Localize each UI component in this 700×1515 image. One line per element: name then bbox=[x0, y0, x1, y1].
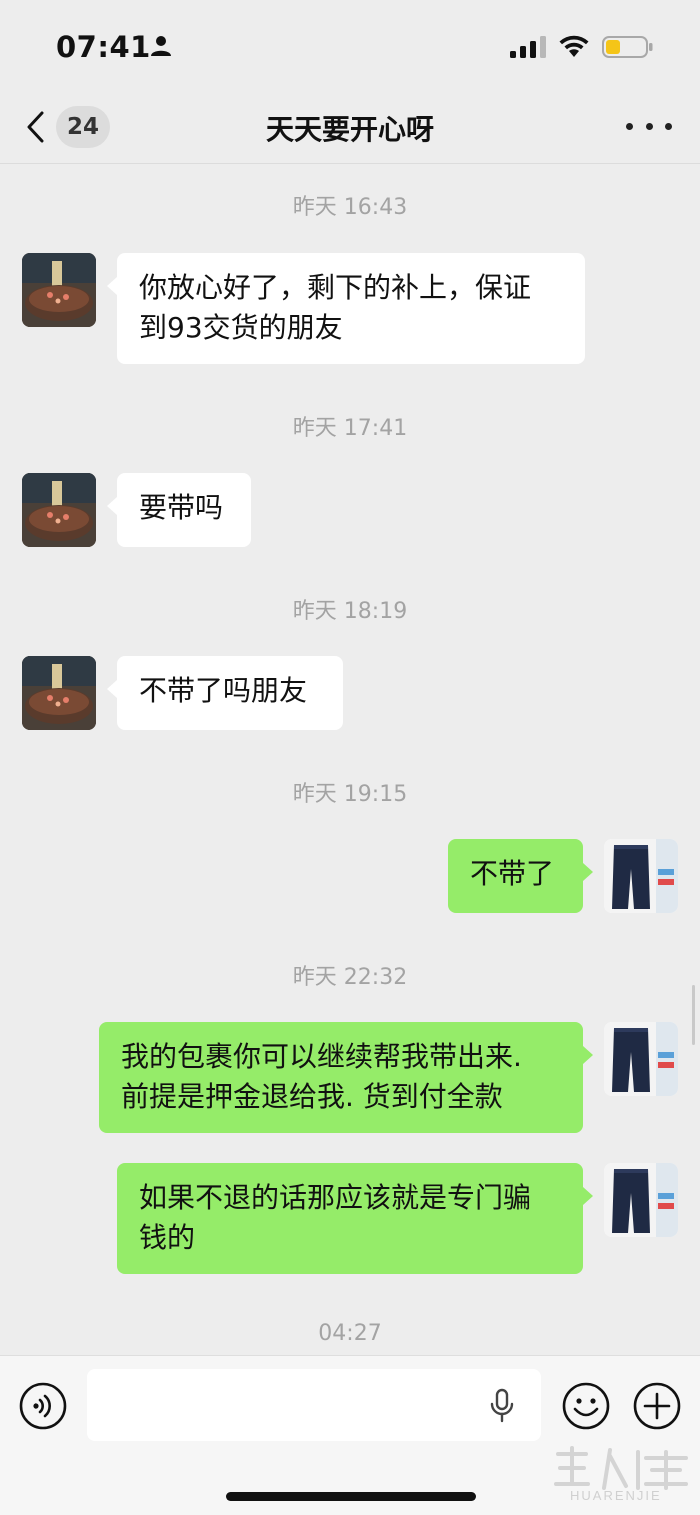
message-timestamp: 昨天 19:15 bbox=[292, 782, 408, 807]
incoming-message-bubble[interactable]: 不带了吗朋友 bbox=[107, 656, 343, 730]
voice-input-icon[interactable] bbox=[19, 1382, 67, 1430]
cake-photo-icon bbox=[22, 656, 96, 730]
more-dot-icon bbox=[626, 122, 633, 130]
scroll-indicator[interactable] bbox=[692, 985, 695, 1045]
battery-icon bbox=[602, 36, 653, 58]
message-input-bar: HUARENJIE bbox=[0, 1355, 700, 1515]
cake-photo-icon bbox=[22, 253, 96, 327]
message-timestamp: 昨天 18:19 bbox=[292, 599, 408, 624]
incoming-message-bubble[interactable]: 你放心好了，剩下的补上，保证 到93交货的朋友 bbox=[107, 253, 585, 364]
emoji-icon[interactable] bbox=[561, 1381, 611, 1431]
contact-avatar[interactable] bbox=[22, 473, 96, 547]
cake-photo-icon bbox=[22, 473, 96, 547]
message-line: 如果不退的话那应该就是专门骗 bbox=[139, 1181, 532, 1214]
cellular-signal-icon bbox=[510, 36, 546, 58]
chevron-left-icon bbox=[27, 111, 44, 143]
add-attachment-icon[interactable] bbox=[632, 1381, 682, 1431]
outgoing-message-bubble[interactable]: 我的包裹你可以继续帮我带出来. 前提是押金退给我. 货到付全款 bbox=[99, 1022, 593, 1133]
chat-screen: 07:41 24 天天要开心呀 昨天 16:43 你放心好了，剩下的补上，保证 … bbox=[0, 0, 700, 1515]
message-timestamp: 04:27 bbox=[318, 1321, 382, 1346]
pants-photo-icon bbox=[604, 1022, 678, 1096]
microphone-icon[interactable] bbox=[488, 1388, 516, 1424]
message-line: 钱的 bbox=[139, 1221, 196, 1254]
more-options-button[interactable] bbox=[626, 108, 672, 144]
message-line: 不带了吗朋友 bbox=[139, 674, 308, 707]
self-avatar[interactable] bbox=[604, 1163, 678, 1237]
contact-avatar[interactable] bbox=[22, 656, 96, 730]
incoming-message-bubble[interactable]: 要带吗 bbox=[107, 473, 251, 547]
chat-title: 天天要开心呀 bbox=[265, 113, 434, 146]
message-timestamp: 昨天 16:43 bbox=[292, 195, 408, 220]
message-line: 你放心好了，剩下的补上，保证 bbox=[139, 271, 532, 304]
message-list[interactable]: 昨天 16:43 你放心好了，剩下的补上，保证 到93交货的朋友 昨天 17:4… bbox=[0, 165, 700, 1355]
message-text-input[interactable] bbox=[87, 1369, 541, 1441]
back-button[interactable]: 24 bbox=[24, 102, 124, 152]
message-line: 要带吗 bbox=[139, 491, 224, 524]
message-timestamp: 昨天 22:32 bbox=[292, 965, 408, 990]
outgoing-message-bubble[interactable]: 如果不退的话那应该就是专门骗 钱的 bbox=[117, 1163, 593, 1274]
more-dot-icon bbox=[645, 122, 653, 130]
pants-photo-icon bbox=[604, 1163, 678, 1237]
message-line: 我的包裹你可以继续帮我带出来. bbox=[121, 1040, 522, 1073]
status-bar: 07:41 bbox=[0, 0, 700, 92]
message-line: 前提是押金退给我. 货到付全款 bbox=[121, 1080, 503, 1113]
contact-avatar[interactable] bbox=[22, 253, 96, 327]
message-line: 到93交货的朋友 bbox=[139, 311, 343, 344]
more-dot-icon bbox=[665, 122, 672, 130]
wifi-icon bbox=[559, 35, 589, 57]
chat-header: 24 天天要开心呀 bbox=[0, 92, 700, 164]
message-timestamp: 昨天 17:41 bbox=[292, 416, 408, 441]
self-avatar[interactable] bbox=[604, 839, 678, 913]
self-avatar[interactable] bbox=[604, 1022, 678, 1096]
person-icon bbox=[151, 36, 171, 56]
pants-photo-icon bbox=[604, 839, 678, 913]
unread-count-badge: 24 bbox=[56, 106, 110, 148]
message-line: 不带了 bbox=[470, 857, 555, 890]
watermark-text: HUARENJIE bbox=[570, 1488, 662, 1503]
home-indicator[interactable] bbox=[226, 1492, 476, 1501]
outgoing-message-bubble[interactable]: 不带了 bbox=[448, 839, 593, 913]
status-time: 07:41 bbox=[56, 30, 151, 64]
